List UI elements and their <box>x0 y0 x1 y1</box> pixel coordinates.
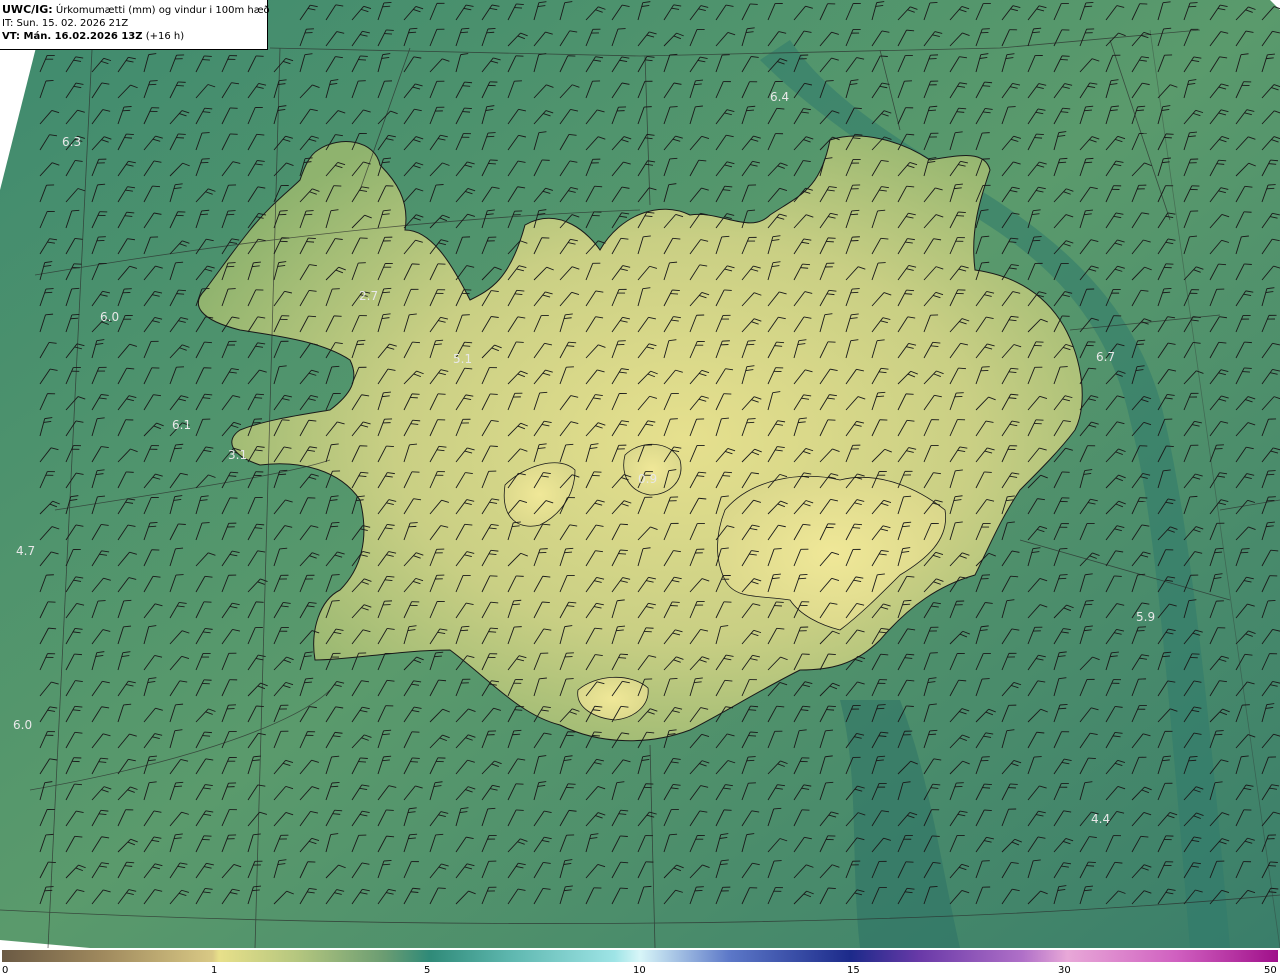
colorbar-tick: 30 <box>1058 965 1071 976</box>
map-label: 6.7 <box>1096 350 1115 364</box>
map-label: 6.3 <box>62 135 81 149</box>
valid-time-suffix: (+16 h) <box>145 31 185 42</box>
map-label: 4.7 <box>16 544 35 558</box>
map-label: 6.0 <box>100 310 119 324</box>
map-canvas: 6.3 6.4 2.7 6.0 5.1 6.7 6.1 3.1 0.9 4.7 … <box>0 0 1280 948</box>
issue-time: IT: Sun. 15. 02. 2026 21Z <box>2 18 129 29</box>
map-label: 5.9 <box>1136 610 1155 624</box>
map-label: 0.9 <box>638 472 657 486</box>
valid-time: VT: Mán. 16.02.2026 13Z (+16 h) <box>2 30 267 43</box>
map-label: 6.1 <box>172 418 191 432</box>
map-label: 6.4 <box>770 90 789 104</box>
colorbar-gradient <box>2 950 1278 962</box>
colorbar-tick: 50 <box>1264 965 1277 976</box>
map-label: 6.0 <box>13 718 32 732</box>
colorbar-tick: 10 <box>633 965 646 976</box>
valid-time-prefix: VT: Mán. 16.02.2026 13Z <box>2 31 143 42</box>
map-label: 4.4 <box>1091 812 1110 826</box>
colorbar-legend: 0 1 5 10 15 30 50 <box>0 948 1280 978</box>
title-text: Úrkomumætti (mm) og vindur i 100m hæð <box>55 5 270 16</box>
map-label: 5.1 <box>453 352 472 366</box>
colorbar-tick: 1 <box>211 965 218 976</box>
map-label: 2.7 <box>359 289 378 303</box>
colorbar-tick: 15 <box>847 965 860 976</box>
colorbar-tick: 5 <box>424 965 431 976</box>
forecast-map: 6.3 6.4 2.7 6.0 5.1 6.7 6.1 3.1 0.9 4.7 … <box>0 0 1280 948</box>
info-box: UWC/IG: Úrkomumætti (mm) og vindur i 100… <box>0 0 270 50</box>
title-prefix: UWC/IG: <box>2 3 53 16</box>
map-label: 3.1 <box>228 448 247 462</box>
map-title: UWC/IG: Úrkomumætti (mm) og vindur i 100… <box>2 3 270 17</box>
colorbar-tick: 0 <box>2 965 9 976</box>
